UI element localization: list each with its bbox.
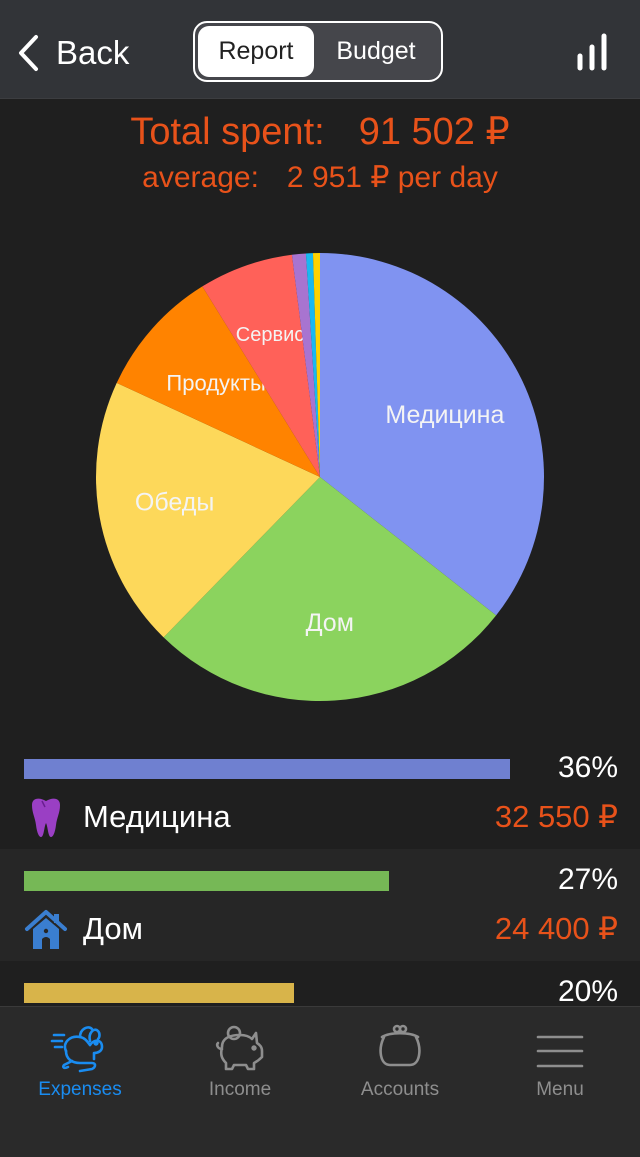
total-spent-label: Total spent:	[130, 111, 325, 153]
share-percent: 36%	[557, 751, 618, 784]
share-percent: 20%	[557, 975, 618, 1008]
rabbit-icon	[50, 1026, 104, 1073]
navigation-bar: Back Report Budget	[0, 0, 640, 99]
category-amount: 24 400 ₽	[494, 911, 618, 946]
pie-slice-label: Обеды	[135, 488, 214, 516]
total-spent: Total spent: 91 502 ₽	[0, 104, 640, 160]
share-bar	[24, 871, 389, 891]
house-icon	[25, 910, 67, 949]
purse-icon	[379, 1024, 421, 1067]
totals-summary: Total spent: 91 502 ₽ average: 2 951 ₽ per…	[0, 104, 640, 200]
category-row-home[interactable]: 27% Дом 24 400 ₽	[0, 849, 640, 961]
tab-bar: Expenses Income Accounts Menu	[0, 1006, 640, 1157]
report-budget-segmented-control: Report Budget	[193, 21, 443, 82]
chevron-left-icon	[19, 35, 38, 71]
pie-slice-label: Дом	[306, 609, 354, 637]
tab-menu[interactable]: Menu	[480, 1007, 640, 1157]
tab-income-label: Income	[208, 1079, 272, 1100]
pie-slice-label: Медицина	[385, 401, 504, 429]
segment-report[interactable]: Report	[198, 26, 314, 77]
share-percent: 27%	[557, 863, 618, 896]
tab-menu-label: Menu	[536, 1079, 584, 1100]
piggy-bank-icon	[215, 1025, 264, 1071]
pie-slice-label: Сервис	[236, 324, 305, 346]
tab-expenses[interactable]: Expenses	[0, 1007, 160, 1157]
back-button[interactable]: Back	[16, 30, 129, 76]
total-spent-value: 91 502 ₽	[358, 111, 510, 153]
average-label: average:	[142, 161, 259, 194]
share-bar	[24, 983, 294, 1003]
tab-accounts[interactable]: Accounts	[320, 1007, 480, 1157]
average-value: 2 951 ₽ per day	[286, 161, 498, 194]
bar-chart-icon[interactable]	[574, 30, 610, 74]
back-label: Back	[56, 34, 130, 71]
share-bar	[24, 759, 510, 779]
category-row-medicine[interactable]: 36% Медицина 32 550 ₽	[0, 737, 640, 849]
category-amount: 32 550 ₽	[494, 799, 618, 834]
tooth-icon	[32, 798, 60, 837]
expenses-pie-chart[interactable]: Медицина Дом Обеды Продукты Сервис	[0, 230, 640, 730]
category-name: Медицина	[83, 799, 231, 834]
menu-icon	[536, 1035, 584, 1068]
average-per-day: average: 2 951 ₽ per day	[0, 156, 640, 200]
tab-income[interactable]: Income	[160, 1007, 320, 1157]
tab-expenses-label: Expenses	[38, 1079, 122, 1100]
pie-slice-label: Продукты	[166, 371, 265, 396]
tab-accounts-label: Accounts	[360, 1079, 440, 1100]
segment-budget[interactable]: Budget	[314, 26, 438, 77]
category-name: Дом	[83, 911, 143, 946]
